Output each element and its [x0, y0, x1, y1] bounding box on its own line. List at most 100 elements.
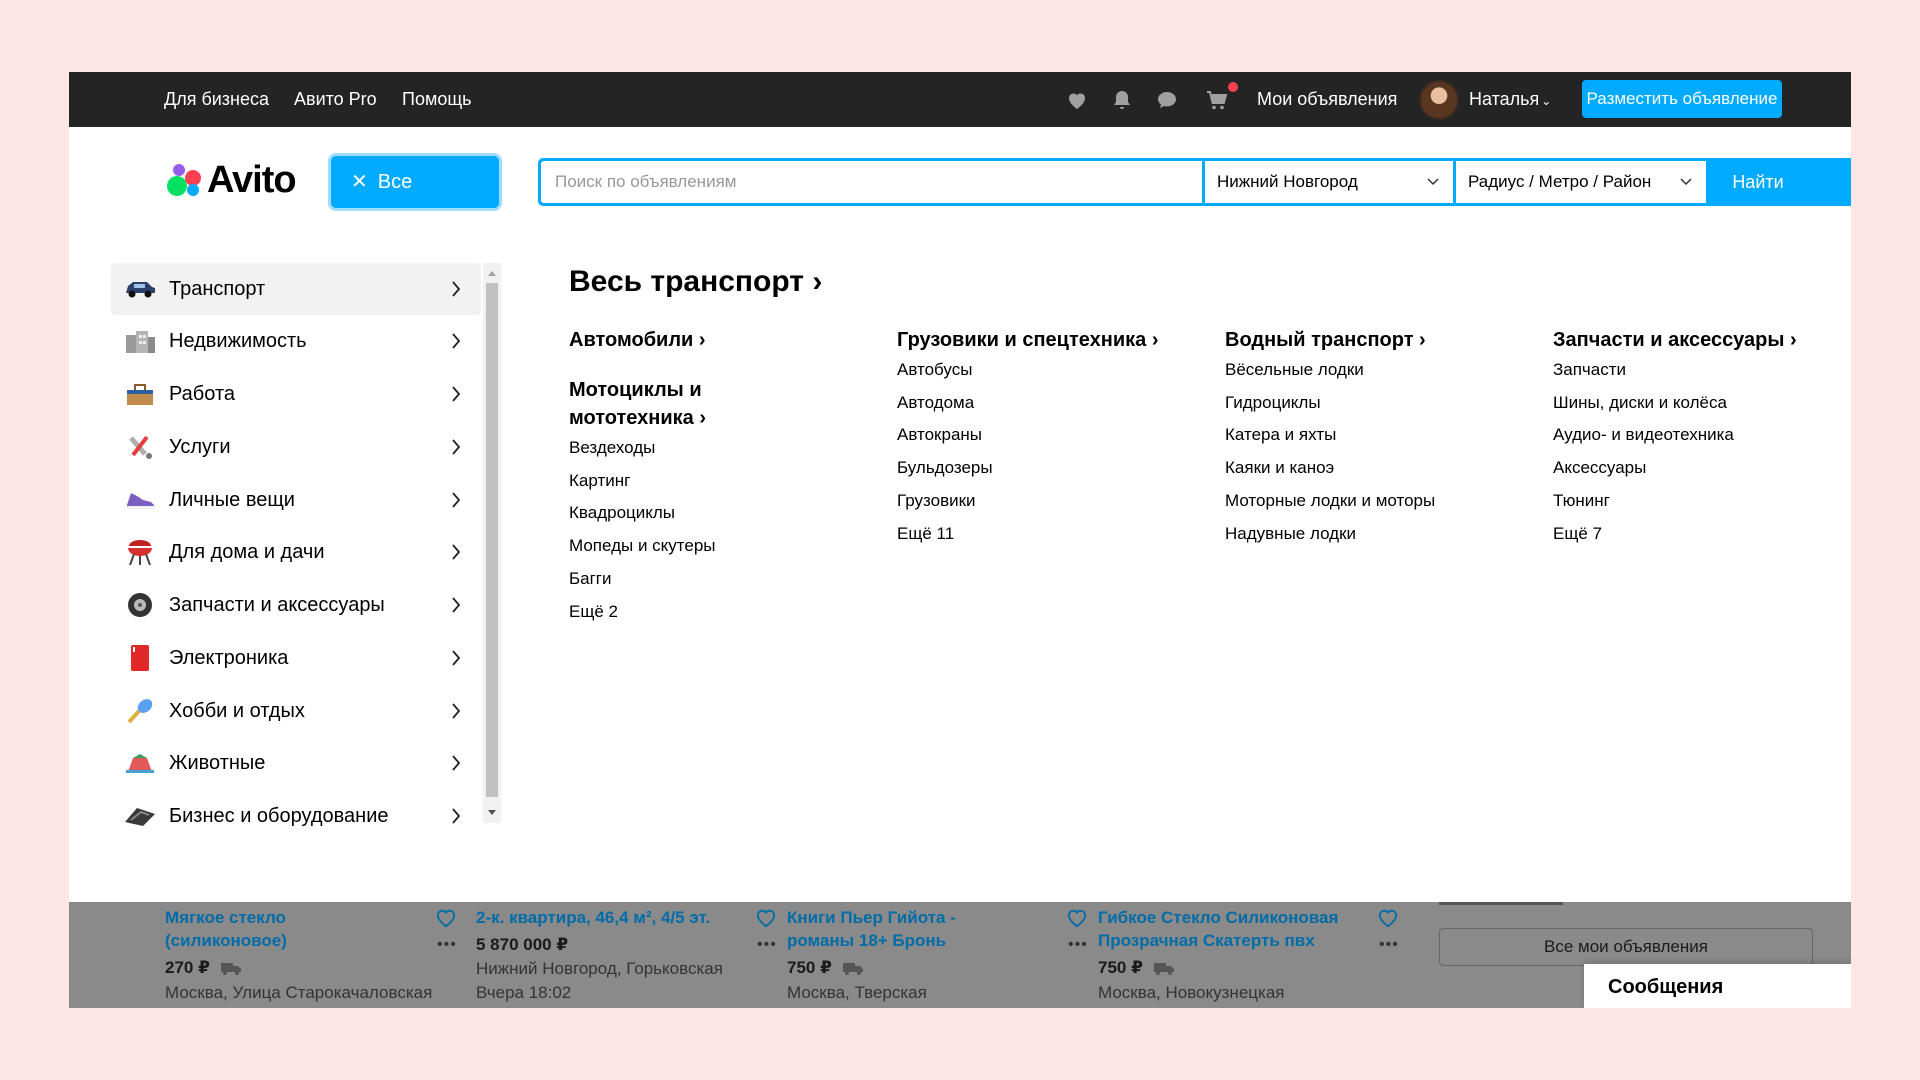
city-select[interactable]: Нижний Новгород [1205, 161, 1453, 203]
avito-pro-link[interactable]: Авито Pro [294, 72, 377, 127]
sidebar-item-hobby[interactable]: Хобби и отдых [111, 685, 481, 737]
building-icon [123, 327, 157, 355]
menu-more-link[interactable]: Ещё 2 [569, 596, 889, 629]
sidebar-item-realty[interactable]: Недвижимость [111, 315, 481, 367]
delivery-truck-icon [1153, 963, 1174, 975]
menu-link[interactable]: Квадроциклы [569, 497, 889, 530]
heart-icon[interactable] [1377, 908, 1399, 928]
sidebar-item-label: Личные вещи [169, 488, 295, 511]
chat-icon[interactable] [1154, 88, 1180, 112]
parts-heading[interactable]: Запчасти и аксессуары › [1553, 326, 1851, 354]
menu-link[interactable]: Бульдозеры [897, 452, 1217, 485]
city-value: Нижний Новгород [1217, 172, 1358, 191]
menu-link[interactable]: Грузовики [897, 485, 1217, 518]
sidebar-item-services[interactable]: Услуги [111, 421, 481, 473]
menu-link[interactable]: Мопеды и скутеры [569, 530, 889, 563]
menu-link[interactable]: Автодома [897, 387, 1217, 420]
sidebar-item-label: Транспорт [169, 277, 266, 300]
cart-icon[interactable] [1204, 88, 1230, 112]
menu-link[interactable]: Вездеходы [569, 432, 889, 465]
menu-link[interactable]: Тюнинг [1553, 485, 1851, 518]
chevron-right-icon [452, 808, 461, 824]
business-link[interactable]: Для бизнеса [164, 72, 269, 127]
listing-title[interactable]: Гибкое Стекло Силиконовая Прозрачная Скат… [1098, 906, 1368, 952]
motorcycles-heading[interactable]: Мотоциклы и мототехника › [569, 376, 729, 432]
post-ad-button[interactable]: Разместить объявление [1582, 80, 1782, 118]
menu-more-link[interactable]: Ещё 11 [897, 518, 1217, 551]
all-categories-button[interactable]: ✕ Все категории [331, 156, 499, 245]
bell-icon[interactable] [1109, 88, 1135, 112]
all-my-ads-button[interactable]: Все мои объявления [1439, 928, 1813, 966]
menu-link[interactable]: Шины, диски и колёса [1553, 387, 1851, 420]
menu-link[interactable]: Запчасти [1553, 354, 1851, 387]
menu-link[interactable]: Автокраны [897, 419, 1217, 452]
menu-link[interactable]: Автобусы [897, 354, 1217, 387]
listing-title[interactable]: 2-к. квартира, 46,4 м², 4/5 эт. [476, 906, 756, 929]
pet-bed-icon [123, 749, 157, 777]
sidebar-item-electronics[interactable]: Электроника [111, 632, 481, 684]
sidebar-item-jobs[interactable]: Работа [111, 368, 481, 420]
messages-panel[interactable]: Сообщения [1584, 964, 1851, 1008]
sidebar-item-label: Для дома и дачи [169, 540, 325, 563]
menu-link[interactable]: Катера и яхты [1225, 419, 1545, 452]
chevron-right-icon [452, 650, 461, 666]
sidebar-scrollbar[interactable] [483, 263, 501, 823]
all-transport-link[interactable]: Весь транспорт › [569, 265, 822, 299]
heart-icon[interactable] [1064, 88, 1090, 112]
menu-link[interactable]: Гидроциклы [1225, 387, 1545, 420]
menu-link[interactable]: Аудио- и видеотехника [1553, 419, 1851, 452]
menu-more-link[interactable]: Ещё 7 [1553, 518, 1851, 551]
listing-location: Москва, Улица Старокачаловская [165, 983, 433, 1002]
sidebar-item-label: Животные [169, 751, 266, 774]
cars-heading[interactable]: Автомобили › [569, 326, 889, 354]
chevron-right-icon [452, 333, 461, 349]
search-input[interactable] [541, 161, 1202, 203]
more-dots-icon[interactable]: ••• [1379, 936, 1401, 954]
heart-icon[interactable] [1066, 908, 1088, 928]
scroll-thumb[interactable] [486, 283, 498, 797]
trucks-heading[interactable]: Грузовики и спецтехника › [897, 326, 1217, 354]
sidebar-item-parts[interactable]: Запчасти и аксессуары [111, 579, 481, 631]
avatar[interactable] [1419, 80, 1459, 120]
delivery-truck-icon [220, 963, 241, 975]
racket-icon [123, 697, 157, 725]
listing-price: 270 ₽ [165, 958, 242, 978]
scroll-up-arrow-icon[interactable] [488, 271, 496, 276]
user-menu[interactable]: Наталья ⌄ [1469, 72, 1551, 129]
more-dots-icon[interactable]: ••• [437, 936, 459, 954]
scroll-down-arrow-icon[interactable] [488, 810, 496, 815]
radius-select[interactable]: Радиус / Метро / Район [1456, 161, 1706, 203]
machine-icon [123, 802, 157, 830]
avito-logo[interactable]: Avito [165, 159, 297, 201]
my-ads-link[interactable]: Мои объявления [1257, 72, 1397, 127]
menu-link[interactable]: Надувные лодки [1225, 518, 1545, 551]
more-dots-icon[interactable]: ••• [1068, 936, 1090, 954]
menu-link[interactable]: Аксессуары [1553, 452, 1851, 485]
listing-title[interactable]: Мягкое стекло (силиконовое) [165, 906, 435, 952]
chevron-right-icon [452, 544, 461, 560]
menu-link[interactable]: Вёсельные лодки [1225, 354, 1545, 387]
more-dots-icon[interactable]: ••• [757, 936, 779, 954]
chevron-right-icon [452, 703, 461, 719]
sidebar-item-personal[interactable]: Личные вещи [111, 474, 481, 526]
sidebar-item-transport[interactable]: Транспорт [111, 263, 481, 315]
menu-link[interactable]: Багги [569, 563, 889, 596]
menu-link[interactable]: Картинг [569, 465, 889, 498]
menu-link[interactable]: Моторные лодки и моторы [1225, 485, 1545, 518]
chevron-down-icon [1427, 178, 1439, 186]
listing-price: 750 ₽ [1098, 958, 1175, 978]
heart-icon[interactable] [755, 908, 777, 928]
heart-icon[interactable] [435, 908, 457, 928]
radius-value: Радиус / Метро / Район [1468, 172, 1652, 191]
listing-title[interactable]: Книги Пьер Гийота - романы 18+ Бронь [787, 906, 1057, 952]
find-button[interactable]: Найти [1706, 161, 1810, 203]
cart-notification-dot [1228, 82, 1238, 92]
chevron-right-icon [452, 439, 461, 455]
water-transport-heading[interactable]: Водный транспорт › [1225, 326, 1545, 354]
sidebar-item-label: Недвижимость [169, 329, 307, 352]
menu-link[interactable]: Каяки и каноэ [1225, 452, 1545, 485]
help-link[interactable]: Помощь [402, 72, 472, 127]
sidebar-item-home-garden[interactable]: Для дома и дачи [111, 526, 481, 578]
sidebar-item-business[interactable]: Бизнес и оборудование [111, 790, 481, 842]
sidebar-item-animals[interactable]: Животные [111, 737, 481, 789]
